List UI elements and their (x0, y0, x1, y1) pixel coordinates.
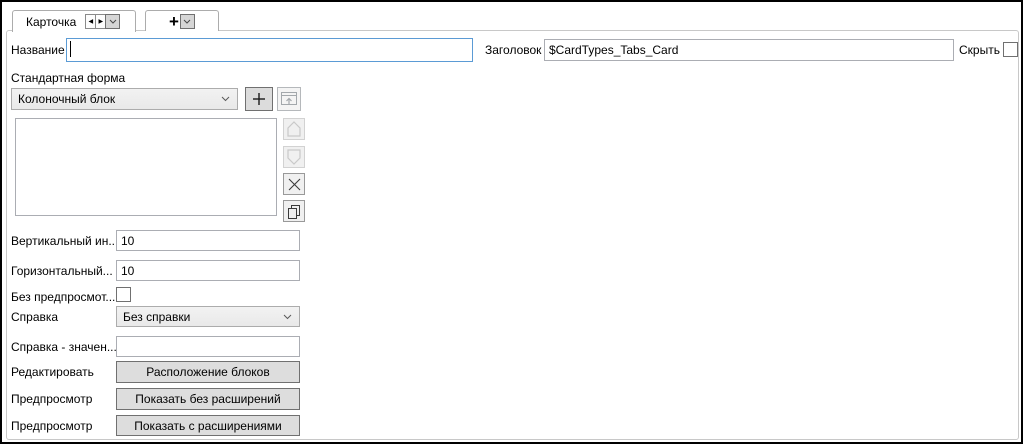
title-input[interactable] (544, 39, 954, 61)
chevron-down-icon (109, 19, 117, 24)
move-block-down-button[interactable] (283, 146, 305, 168)
scroll-right-icon: ▶ (98, 19, 103, 25)
vertical-indent-input[interactable] (116, 230, 300, 251)
preview-with-label: Предпросмотр (11, 419, 92, 433)
delete-block-button[interactable] (283, 173, 305, 195)
tab-add[interactable]: + (145, 10, 219, 31)
standard-form-select[interactable]: Колоночный блок (11, 88, 238, 110)
block-layout-button-label: Расположение блоков (146, 365, 269, 379)
title-label: Заголовок (485, 43, 541, 57)
chevron-down-icon (221, 96, 230, 102)
no-preview-label: Без предпросмот... (11, 290, 115, 304)
move-down-icon (287, 149, 301, 165)
tab-card[interactable]: Карточка ◀ ▶ (12, 10, 136, 32)
show-without-extensions-button[interactable]: Показать без расширений (116, 388, 300, 410)
scroll-left-icon: ◀ (88, 19, 93, 25)
horizontal-indent-input[interactable] (116, 260, 300, 281)
tab-card-label: Карточка (13, 15, 86, 29)
help-label: Справка (11, 310, 58, 324)
tab-dropdown-button[interactable] (105, 14, 120, 29)
show-with-extensions-button[interactable]: Показать с расширениями (116, 415, 300, 436)
x-delete-icon (288, 178, 301, 191)
card-tab-panel: Название Заголовок Скрыть Стандартная фо… (6, 30, 1019, 440)
chevron-down-icon (283, 314, 292, 320)
hide-label: Скрыть (959, 43, 1000, 57)
add-tab-plus-icon: + (169, 14, 179, 29)
preview-without-label: Предпросмотр (11, 392, 92, 406)
name-label: Название (11, 43, 65, 57)
add-block-button[interactable] (245, 87, 273, 111)
name-input[interactable] (66, 38, 473, 62)
edit-label: Редактировать (11, 365, 94, 379)
card-type-editor-window: Карточка ◀ ▶ + Название Заголовок (0, 0, 1023, 444)
import-block-button[interactable] (277, 87, 301, 111)
vertical-indent-label: Вертикальный ин... (11, 234, 118, 248)
copy-icon (287, 204, 301, 219)
show-with-extensions-label: Показать с расширениями (134, 419, 282, 433)
show-without-extensions-label: Показать без расширений (135, 392, 280, 406)
text-caret (70, 41, 71, 57)
block-layout-button[interactable]: Расположение блоков (116, 361, 300, 383)
help-selected-value: Без справки (123, 310, 190, 324)
move-block-up-button[interactable] (283, 118, 305, 140)
blocks-list[interactable] (15, 118, 277, 216)
chevron-down-icon (183, 19, 191, 24)
window-arrow-up-icon (280, 91, 298, 107)
add-tab-dropdown-button[interactable] (180, 14, 195, 29)
move-up-icon (287, 121, 301, 137)
help-value-label: Справка - значен... (11, 340, 117, 354)
help-select[interactable]: Без справки (116, 306, 300, 327)
horizontal-indent-label: Горизонтальный... (11, 264, 113, 278)
help-value-input[interactable] (116, 336, 300, 357)
name-field-wrap (66, 38, 473, 62)
standard-form-selected-value: Колоночный блок (18, 92, 115, 106)
plus-icon (252, 92, 266, 106)
standard-form-label: Стандартная форма (11, 71, 125, 85)
copy-block-button[interactable] (283, 200, 305, 222)
hide-checkbox[interactable] (1003, 42, 1018, 57)
no-preview-checkbox[interactable] (116, 287, 131, 302)
